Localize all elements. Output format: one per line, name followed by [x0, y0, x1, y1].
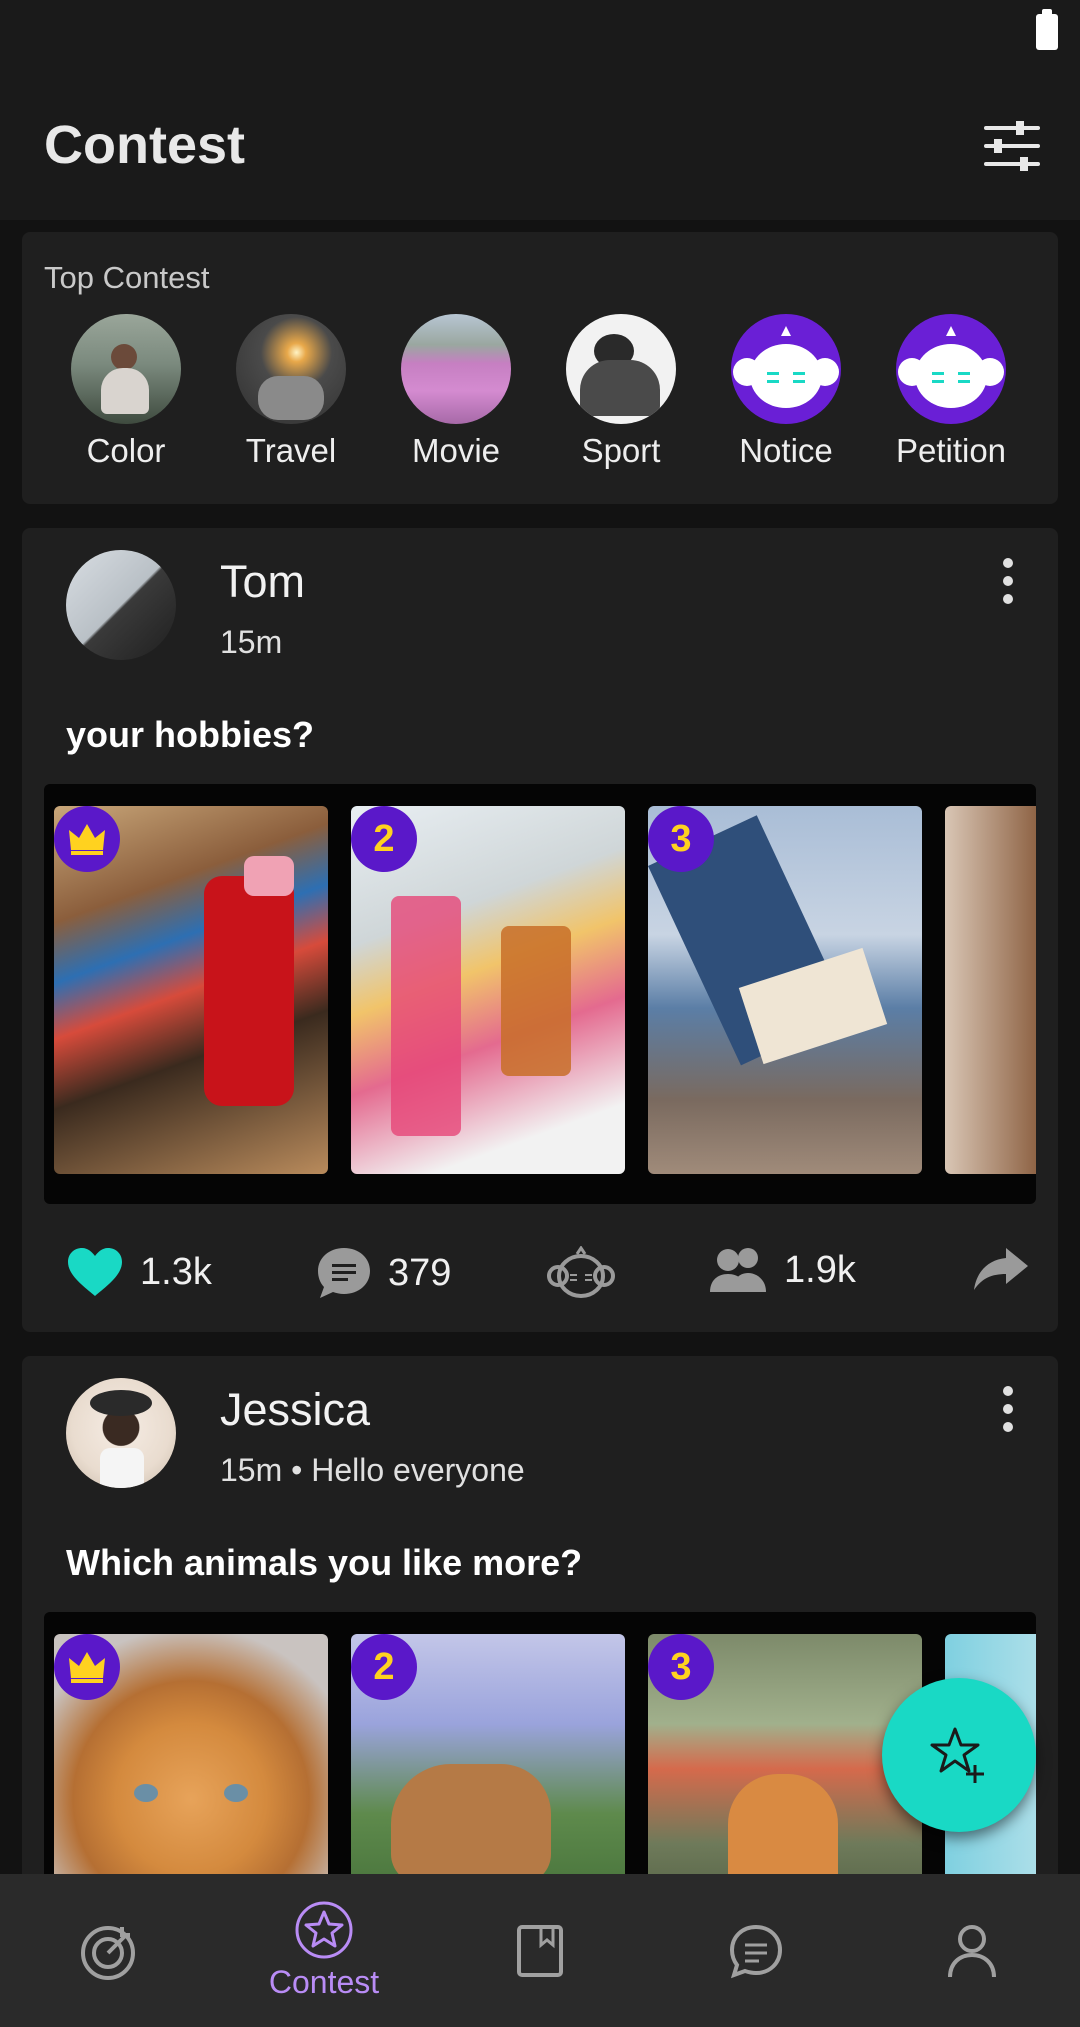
post-meta: 15m • Hello everyone: [220, 1452, 525, 1488]
entry-photo[interactable]: [945, 806, 1036, 1174]
post-actions: 1.3k 379 1.9k: [22, 1228, 1058, 1318]
entry-photo[interactable]: [54, 1634, 328, 1912]
monkey-logo-icon: [731, 314, 841, 424]
bottom-navigation: Contest: [0, 1874, 1080, 2027]
rank-badge: 2: [351, 806, 417, 872]
monkey-logo-icon: [896, 314, 1006, 424]
rank-crown-icon: [54, 1634, 120, 1700]
category-avatar: [236, 314, 346, 424]
more-options-button[interactable]: [998, 1386, 1018, 1436]
target-icon: [81, 1925, 135, 1980]
top-contest-card: Top Contest Color Travel Movie Sport Not…: [22, 232, 1058, 504]
monkey-outline-icon: [547, 1246, 615, 1298]
like-button[interactable]: 1.3k: [66, 1246, 212, 1298]
category-label: Petition: [895, 432, 1007, 469]
entry-photo[interactable]: 2: [351, 806, 625, 1174]
heart-icon: [68, 1248, 122, 1296]
filter-button[interactable]: [980, 118, 1044, 174]
entry-photo[interactable]: 3: [648, 1634, 922, 1912]
category-avatar: [401, 314, 511, 424]
nav-item-discover[interactable]: [0, 1874, 216, 2027]
entry-gallery[interactable]: 2 3: [44, 784, 1036, 1204]
nav-item-contest[interactable]: Contest: [216, 1874, 432, 2027]
category-label: Notice: [739, 432, 833, 469]
star-icon: [295, 1901, 353, 1959]
reaction-button[interactable]: [546, 1246, 632, 1300]
profile-icon: [948, 1924, 996, 1977]
post-meta: 15m: [220, 624, 283, 660]
entry-photo[interactable]: 3: [648, 806, 922, 1174]
top-contest-item-petition[interactable]: Petition: [876, 314, 1026, 470]
more-vert-icon: [1003, 1386, 1013, 1396]
category-label: Movie: [411, 432, 501, 469]
category-avatar: [566, 314, 676, 424]
nav-item-saved[interactable]: [432, 1874, 648, 2027]
app-bar: Contest: [0, 68, 1080, 220]
entry-photo[interactable]: [54, 806, 328, 1174]
avatar[interactable]: [66, 550, 176, 660]
category-label: Sport: [581, 432, 661, 469]
category-label: Color: [86, 432, 166, 469]
rank-badge: 3: [648, 1634, 714, 1700]
nav-item-messages[interactable]: [648, 1874, 864, 2027]
top-contest-item-movie[interactable]: Movie: [381, 314, 531, 470]
avatar[interactable]: [66, 1378, 176, 1488]
status-bar: [0, 0, 1080, 68]
sliders-icon: [984, 121, 1040, 171]
comment-icon: [318, 1248, 370, 1298]
rank-badge: 3: [648, 806, 714, 872]
category-avatar: [71, 314, 181, 424]
author-name[interactable]: Jessica: [220, 1384, 370, 1436]
comment-button[interactable]: 379: [316, 1246, 451, 1300]
post-card: Tom 15m your hobbies? 2 3 1.3k 379 1.9k: [22, 528, 1058, 1332]
more-vert-icon: [1003, 558, 1013, 568]
participants-button[interactable]: 1.9k: [708, 1246, 856, 1294]
comment-count: 379: [388, 1251, 452, 1294]
post-question: Which animals you like more?: [66, 1542, 583, 1583]
top-contest-item-sport[interactable]: Sport: [546, 314, 696, 470]
top-contest-label: Top Contest: [44, 260, 210, 295]
entry-photo[interactable]: 2: [351, 1634, 625, 1912]
participant-count: 1.9k: [784, 1248, 856, 1291]
like-count: 1.3k: [140, 1250, 212, 1293]
people-icon: [710, 1248, 766, 1292]
top-contest-item-color[interactable]: Color: [51, 314, 201, 470]
page-title: Contest: [44, 115, 245, 175]
post-question: your hobbies?: [66, 714, 315, 755]
share-button[interactable]: [972, 1246, 1046, 1292]
bookmark-icon: [517, 1924, 563, 1977]
star-plus-icon: [930, 1727, 984, 1783]
share-arrow-icon: [974, 1248, 1028, 1290]
nav-item-profile[interactable]: [864, 1874, 1080, 2027]
top-contest-item-notice[interactable]: Notice: [711, 314, 861, 470]
more-options-button[interactable]: [998, 558, 1018, 608]
rank-crown-icon: [54, 806, 120, 872]
battery-icon: [1036, 9, 1058, 50]
nav-label: Contest: [268, 1964, 380, 2000]
top-contest-item-travel[interactable]: Travel: [216, 314, 366, 470]
chat-icon: [729, 1924, 783, 1978]
author-name[interactable]: Tom: [220, 556, 305, 608]
rank-badge: 2: [351, 1634, 417, 1700]
category-label: Travel: [245, 432, 337, 469]
create-contest-button[interactable]: [882, 1678, 1036, 1832]
